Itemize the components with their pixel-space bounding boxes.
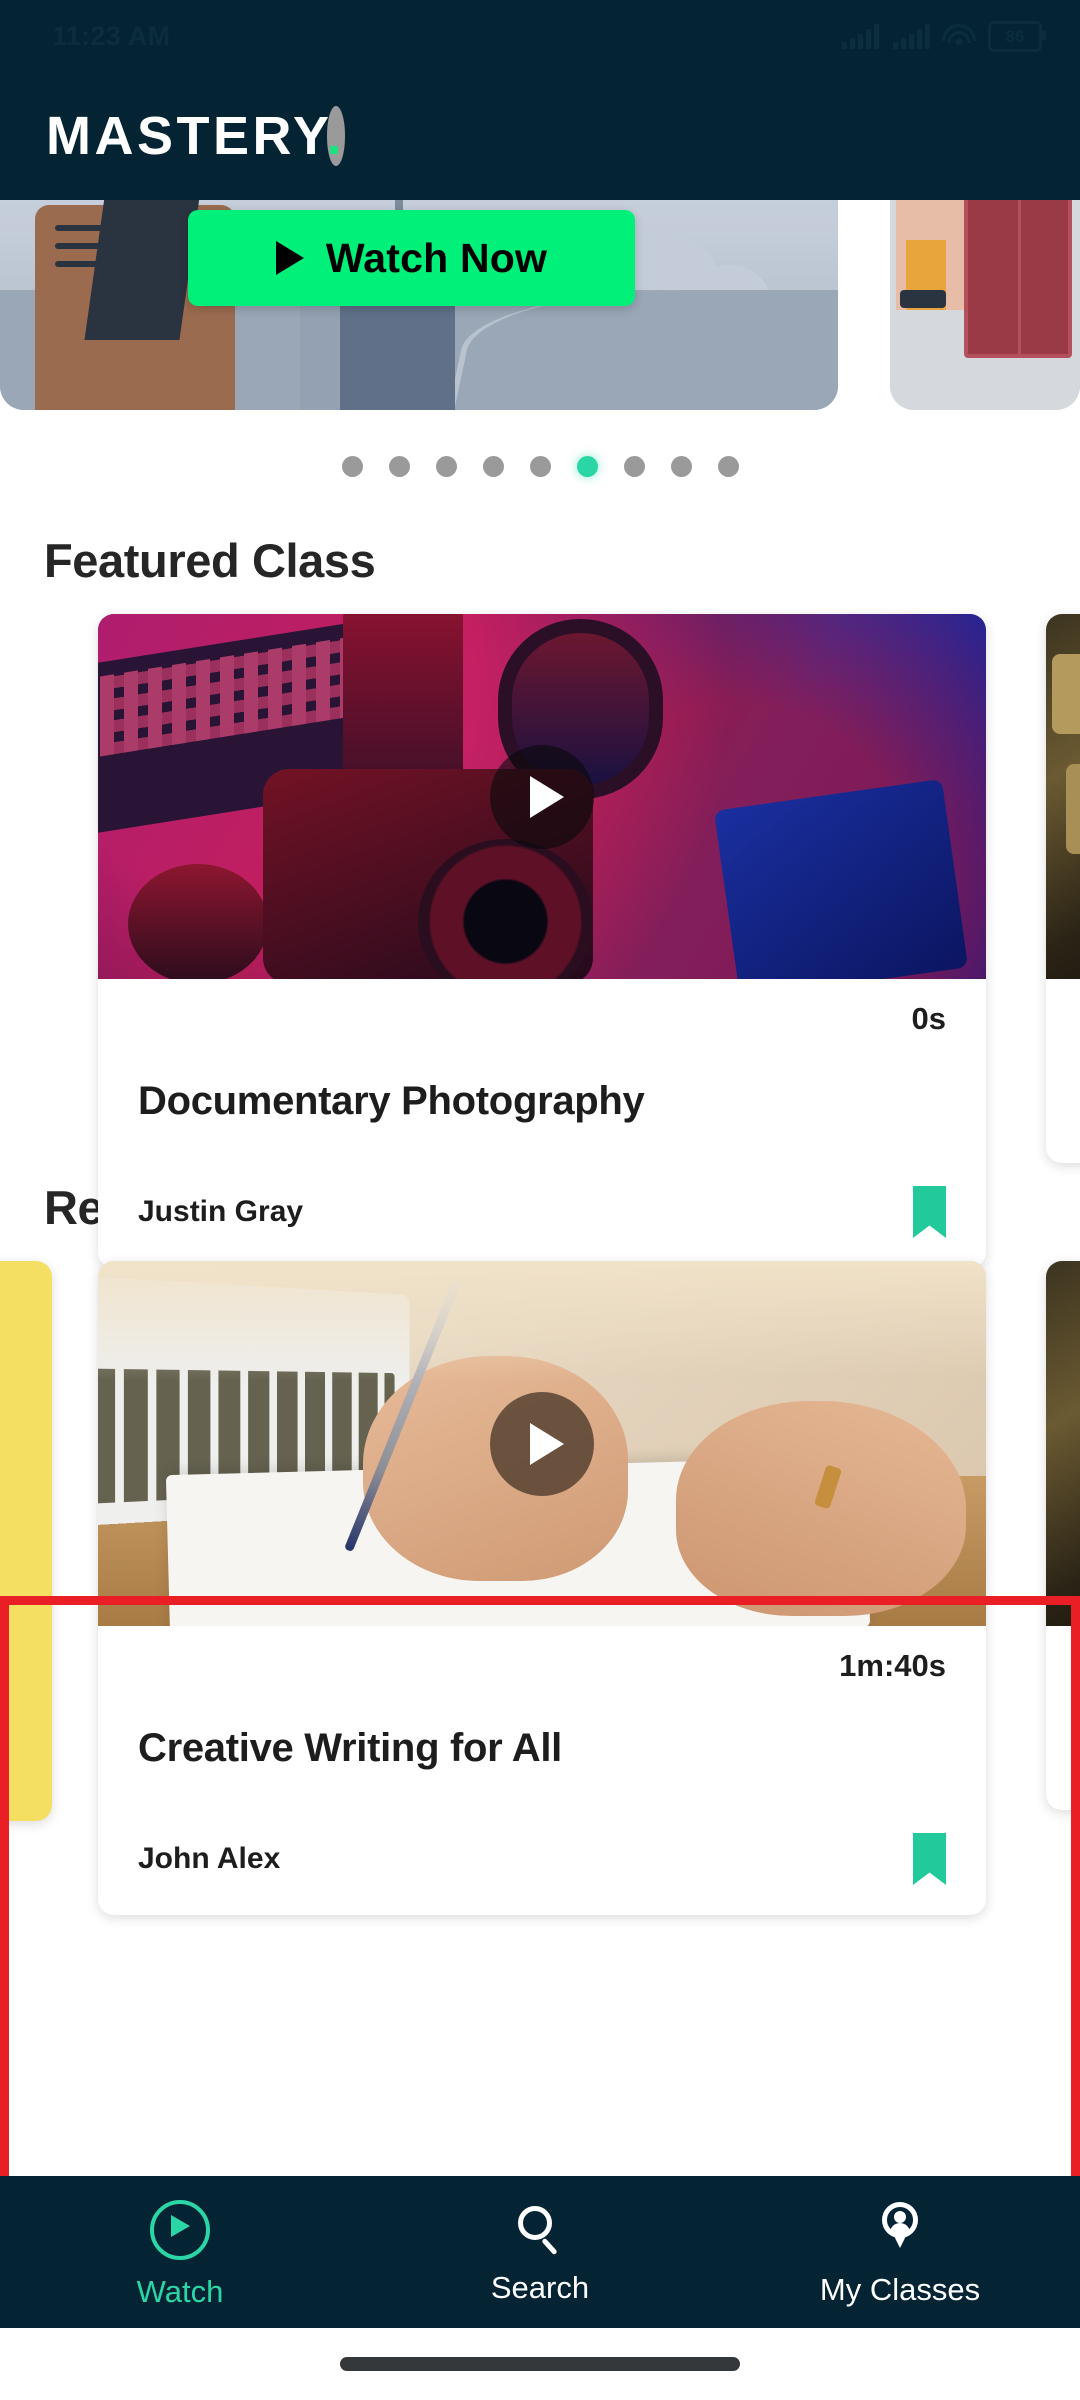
carousel-dot[interactable]: [482, 456, 504, 477]
class-thumbnail[interactable]: [1046, 1261, 1080, 1626]
class-card-body: 1m:40s Creative Writing for All John Ale…: [98, 1626, 986, 1915]
scroll-content[interactable]: Watch Now Featured Class 0s Documentary …: [0, 200, 1080, 2176]
class-card-body: [1046, 1626, 1080, 1810]
class-card-peek[interactable]: [1046, 1261, 1080, 1810]
search-icon: [514, 2204, 566, 2256]
class-card[interactable]: 0s Documentary Photography Justin Gray: [98, 614, 986, 1268]
carousel-dots[interactable]: [0, 410, 1080, 477]
thumb-tablet: [713, 778, 969, 979]
nav-label-search: Search: [490, 2270, 590, 2305]
play-circle-icon: [150, 2200, 210, 2260]
app-logo: MASTERY.: [46, 106, 346, 166]
status-bar: 11:23 AM 86: [0, 0, 1080, 72]
thumb-lens-cap: [128, 864, 268, 979]
bottom-navigation: Watch Search My Classes: [0, 2176, 1080, 2328]
class-card-body: [1046, 979, 1080, 1163]
class-title: [1072, 1648, 1080, 1688]
carousel-dot-active[interactable]: [576, 456, 598, 477]
nav-item-my-classes[interactable]: My Classes: [780, 2202, 1020, 2308]
class-title: [1072, 1001, 1080, 1041]
class-thumbnail[interactable]: [1046, 614, 1080, 979]
class-duration: 1m:40s: [839, 1648, 946, 1683]
banner-shoe: [900, 290, 946, 308]
thumb-blur: [98, 1261, 986, 1381]
banner-door: [964, 200, 1072, 358]
class-author: [1072, 1103, 1080, 1133]
class-author: Justin Gray: [138, 1195, 304, 1228]
watch-now-button[interactable]: Watch Now: [188, 210, 635, 306]
class-author: John Alex: [138, 1842, 281, 1875]
home-indicator[interactable]: [340, 2357, 740, 2371]
play-triangle-icon: [275, 241, 304, 275]
class-card-peek[interactable]: [1046, 614, 1080, 1163]
carousel-dot[interactable]: [670, 456, 692, 477]
play-button[interactable]: [490, 1391, 594, 1496]
class-card-footer: Justin Gray: [138, 1186, 946, 1238]
class-thumbnail[interactable]: [98, 614, 986, 979]
class-card-peek-left[interactable]: [0, 1261, 52, 1821]
carousel-dot[interactable]: [341, 456, 363, 477]
app-logo-text: MASTERY: [46, 106, 327, 166]
bookmark-icon[interactable]: [913, 1833, 946, 1885]
bookmark-icon[interactable]: [913, 1186, 946, 1238]
hero-carousel[interactable]: Watch Now: [0, 200, 1080, 410]
carousel-dot[interactable]: [388, 456, 410, 477]
location-pin-person-icon: [874, 2202, 926, 2258]
nav-label-my-classes: My Classes: [819, 2272, 981, 2307]
featured-class-row[interactable]: 0s Documentary Photography Justin Gray: [0, 588, 1080, 1268]
thumb-object: [1052, 654, 1080, 734]
nav-label-watch: Watch: [136, 2274, 224, 2309]
class-duration: 0s: [911, 1001, 946, 1036]
signal-icon: [842, 23, 879, 49]
recommended-row[interactable]: 1m:40s Creative Writing for All John Ale…: [0, 1235, 1080, 1915]
class-card-footer: John Alex: [138, 1833, 946, 1885]
thumb-hand: [676, 1401, 966, 1616]
carousel-dot[interactable]: [529, 456, 551, 477]
class-title: Documentary Photography: [138, 1079, 645, 1123]
class-thumbnail[interactable]: [98, 1261, 986, 1626]
status-bar-icons: 86: [842, 20, 1046, 52]
carousel-dot[interactable]: [435, 456, 457, 477]
hero-banner-next[interactable]: [890, 200, 1080, 410]
nav-item-search[interactable]: Search: [420, 2204, 660, 2306]
section-title-featured: Featured Class: [44, 534, 376, 587]
play-triangle-icon: [530, 775, 564, 818]
app-header: MASTERY.: [0, 72, 1080, 200]
status-bar-time: 11:23 AM: [52, 20, 171, 51]
carousel-dot[interactable]: [717, 456, 739, 477]
battery-level: 86: [1005, 26, 1025, 46]
carousel-dot[interactable]: [623, 456, 645, 477]
watch-now-label: Watch Now: [325, 234, 548, 281]
class-card[interactable]: 1m:40s Creative Writing for All John Ale…: [98, 1261, 986, 1915]
signal-icon: [893, 23, 930, 49]
nav-item-watch[interactable]: Watch: [60, 2200, 300, 2310]
play-triangle-icon: [530, 1422, 564, 1465]
battery-icon: 86: [988, 20, 1046, 52]
play-button[interactable]: [490, 744, 594, 849]
class-card-body: 0s Documentary Photography Justin Gray: [98, 979, 986, 1268]
app-logo-dot: .: [326, 106, 346, 166]
class-title: Creative Writing for All: [138, 1726, 562, 1770]
class-author: [1072, 1750, 1080, 1780]
wifi-icon: [942, 24, 976, 48]
home-indicator-area: [0, 2328, 1080, 2400]
thumb-object: [1066, 764, 1080, 854]
app-screen: 11:23 AM 86 MASTERY. Watch Now Featured …: [0, 0, 1080, 2400]
